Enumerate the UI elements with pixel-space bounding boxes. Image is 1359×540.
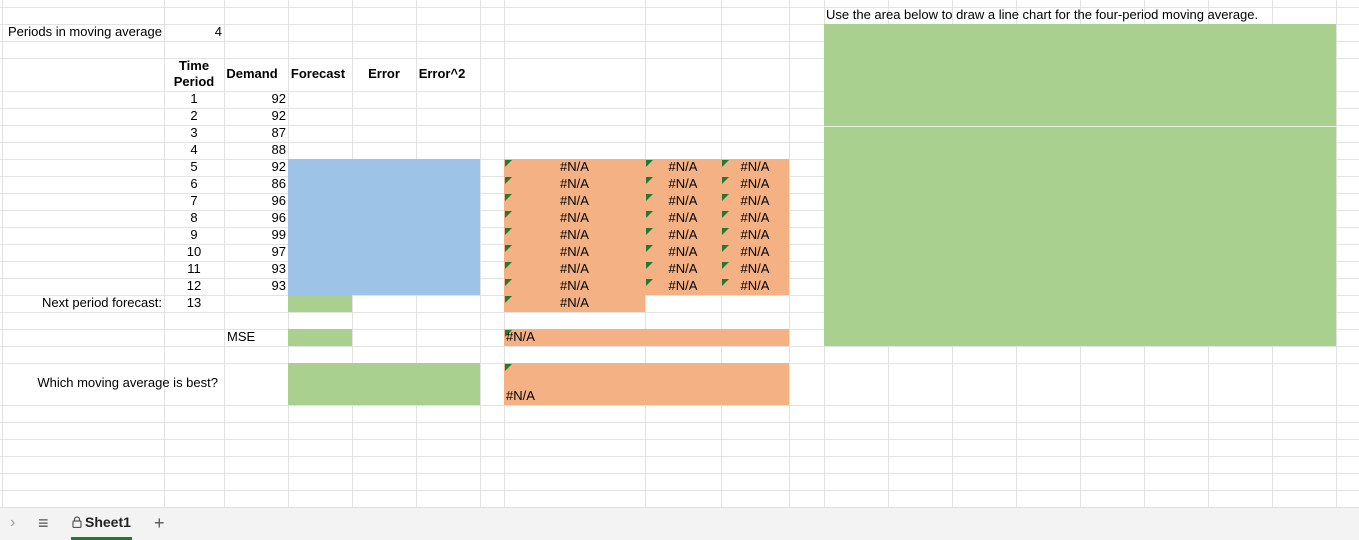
cell-demand[interactable]: 93 [224,261,286,277]
cell-period[interactable]: 3 [164,125,224,141]
na-cell: #N/A [668,278,698,293]
chart-instruction: Use the area below to draw a line chart … [826,7,1259,22]
na-cell: #N/A [668,244,698,259]
add-sheet-button[interactable]: + [154,508,165,540]
na-cell: #N/A [740,176,770,191]
na-cell: #N/A [740,159,770,174]
next-forecast-period[interactable]: 13 [164,295,224,311]
na-cell: #N/A [560,227,589,242]
next-forecast-label: Next period forecast: [42,295,162,310]
cell-period[interactable]: 7 [164,193,224,209]
na-cell: #N/A [668,227,698,242]
best-average-answer-cell[interactable] [288,363,480,405]
na-cell: #N/A [668,210,698,225]
cell-period[interactable]: 10 [164,244,224,260]
periods-label: Periods in moving average [8,24,162,39]
cell-period[interactable]: 4 [164,142,224,158]
check-range-mse [504,329,789,346]
na-cell: #N/A [560,210,589,225]
column-header-demand: Demand [226,66,278,81]
sheet-list-menu-icon[interactable]: ≡ [38,508,49,540]
cell-demand[interactable]: 93 [224,278,286,294]
na-cell: #N/A [560,176,589,191]
na-cell: #N/A [560,159,589,174]
na-cell: #N/A [668,193,698,208]
na-cell: #N/A [740,193,770,208]
cell-demand[interactable]: 92 [224,159,286,175]
na-cell: #N/A [560,278,589,293]
na-cell: #N/A [560,261,589,276]
best-question-label: Which moving average is best? [37,375,218,390]
chart-area-divider [824,126,1336,127]
check-range-best [504,363,789,405]
cell-period[interactable]: 12 [164,278,224,294]
sheet-tab-label: Sheet1 [85,514,131,530]
na-cell: #N/A [668,159,698,174]
chart-drawing-area[interactable] [824,24,1336,346]
cell-demand[interactable]: 92 [224,91,286,107]
cell-period[interactable]: 2 [164,108,224,124]
na-cell: #N/A [740,227,770,242]
cell-demand[interactable]: 87 [224,125,286,141]
na-cell: #N/A [560,295,589,310]
forecast-input-range[interactable] [288,159,480,295]
na-cell: #N/A [560,193,589,208]
cell-demand[interactable]: 96 [224,193,286,209]
column-header-error: Error [368,66,400,81]
cell-period[interactable]: 1 [164,91,224,107]
column-header-time-period: Time Period [173,58,215,89]
periods-value[interactable]: 4 [164,24,222,40]
cell-demand[interactable]: 92 [224,108,286,124]
na-cell: #N/A [740,244,770,259]
sheet-nav-icon[interactable]: › [10,508,15,540]
mse-answer-cell[interactable] [288,329,352,346]
mse-label: MSE [227,329,256,344]
sheet-tab-sheet1[interactable]: Sheet1 [71,508,132,540]
cell-demand[interactable]: 96 [224,210,286,226]
cell-demand[interactable]: 86 [224,176,286,192]
best-check-cell: #N/A [506,388,535,403]
column-header-error-squared: Error^2 [418,66,466,81]
na-cell: #N/A [668,176,698,191]
column-header-forecast: Forecast [290,66,346,81]
na-cell: #N/A [740,210,770,225]
cell-period[interactable]: 5 [164,159,224,175]
cell-demand[interactable]: 97 [224,244,286,260]
na-cell: #N/A [740,261,770,276]
cell-period[interactable]: 6 [164,176,224,192]
na-cell: #N/A [560,244,589,259]
cell-demand[interactable]: 99 [224,227,286,243]
mse-check-cell: #N/A [506,329,535,344]
cell-period[interactable]: 8 [164,210,224,226]
na-cell: #N/A [740,278,770,293]
na-cell: #N/A [668,261,698,276]
next-forecast-answer-cell[interactable] [288,295,352,312]
cell-demand[interactable]: 88 [224,142,286,158]
cell-period[interactable]: 11 [164,261,224,277]
lock-icon [72,509,82,537]
sheet-tab-bar: › ≡ Sheet1 + [0,507,1359,540]
spreadsheet-grid[interactable]: Periods in moving average 4 Use the area… [0,0,1359,507]
cell-period[interactable]: 9 [164,227,224,243]
